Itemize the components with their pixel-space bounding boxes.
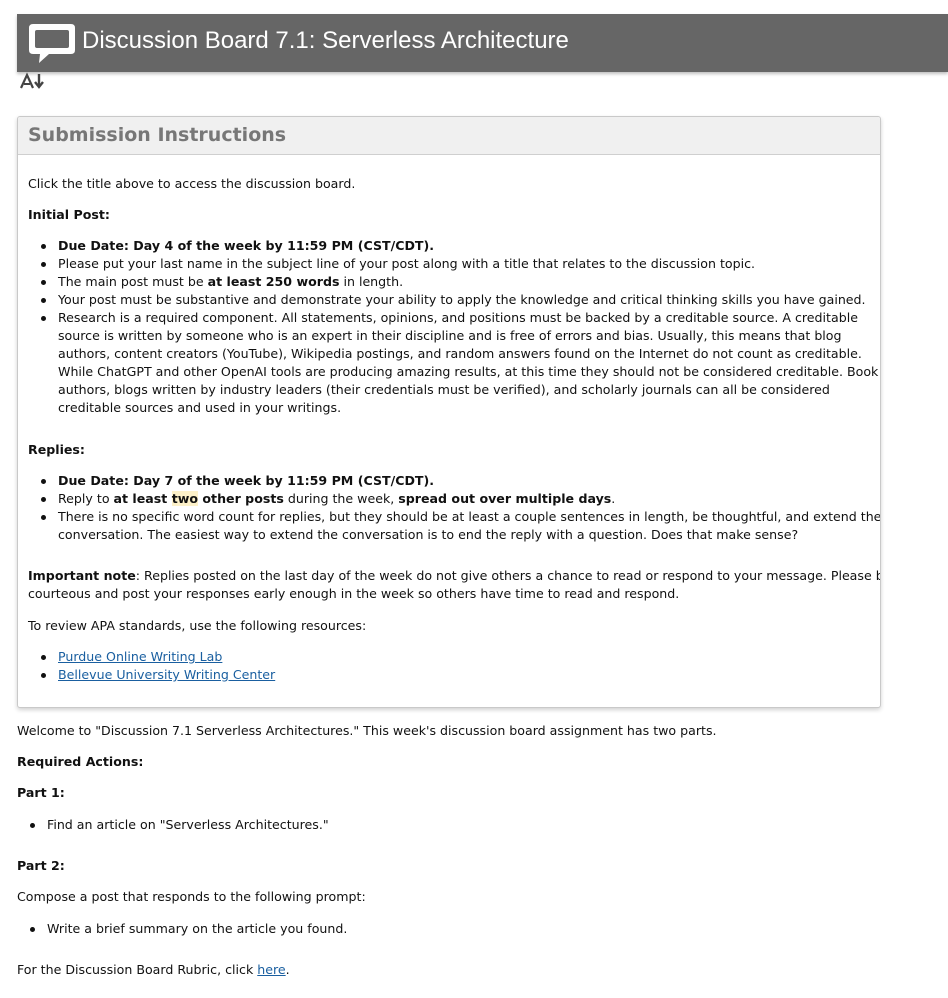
submission-instructions-panel: Submission Instructions Click the title … — [17, 116, 881, 708]
part2-heading: Part 2: — [17, 858, 65, 873]
part2-list: Write a brief summary on the article you… — [17, 920, 862, 938]
part2-prompt: Compose a post that responds to the foll… — [17, 889, 366, 904]
instructions-title: Submission Instructions — [28, 124, 287, 146]
list-item: Please put your last name in the subject… — [28, 255, 873, 273]
resources-list: Purdue Online Writing Lab Bellevue Unive… — [28, 648, 873, 684]
list-item: Purdue Online Writing Lab — [28, 648, 873, 666]
page-header: Discussion Board 7.1: Serverless Archite… — [17, 14, 948, 72]
page-title[interactable]: Discussion Board 7.1: Serverless Archite… — [82, 27, 569, 55]
part1-heading: Part 1: — [17, 785, 65, 800]
replies-heading: Replies: — [28, 442, 85, 457]
instructions-header: Submission Instructions — [18, 117, 880, 155]
rubric-line: For the Discussion Board Rubric, click h… — [17, 962, 290, 977]
text-size-icon[interactable] — [20, 72, 48, 90]
part1-list: Find an article on "Serverless Architect… — [17, 816, 862, 834]
list-item: Due Date: Day 7 of the week by 11:59 PM … — [28, 472, 873, 490]
list-item: Reply to at least two other posts during… — [28, 490, 873, 508]
replies-list: Due Date: Day 7 of the week by 11:59 PM … — [28, 472, 880, 544]
required-actions-heading: Required Actions: — [17, 754, 144, 769]
apa-text: To review APA standards, use the followi… — [28, 618, 367, 633]
page: Discussion Board 7.1: Serverless Archite… — [0, 0, 948, 998]
initial-post-heading: Initial Post: — [28, 207, 110, 222]
list-item: Research is a required component. All st… — [28, 309, 878, 417]
speech-bubble-icon — [29, 24, 75, 63]
list-item: Due Date: Day 4 of the week by 11:59 PM … — [28, 237, 873, 255]
list-item: The main post must be at least 250 words… — [28, 273, 873, 291]
list-item: Your post must be substantive and demons… — [28, 291, 873, 309]
welcome-text: Welcome to "Discussion 7.1 Serverless Ar… — [17, 723, 717, 738]
rubric-link[interactable]: here — [257, 962, 285, 977]
initial-post-list: Due Date: Day 4 of the week by 11:59 PM … — [28, 237, 878, 417]
list-item: There is no specific word count for repl… — [28, 508, 880, 544]
list-item: Bellevue University Writing Center — [28, 666, 873, 684]
bellevue-writing-center-link[interactable]: Bellevue University Writing Center — [58, 667, 275, 682]
list-item: Find an article on "Serverless Architect… — [17, 816, 862, 834]
important-note: Important note: Replies posted on the la… — [28, 568, 881, 601]
purdue-owl-link[interactable]: Purdue Online Writing Lab — [58, 649, 222, 664]
list-item: Write a brief summary on the article you… — [17, 920, 862, 938]
instructions-intro: Click the title above to access the disc… — [28, 176, 356, 191]
